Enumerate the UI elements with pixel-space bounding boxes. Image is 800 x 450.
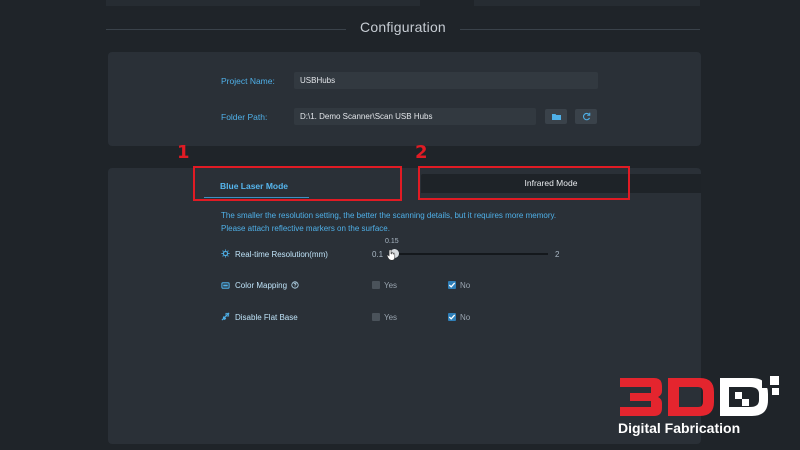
page-title: Configuration [360, 19, 446, 35]
top-panel-right [474, 0, 700, 6]
annotation-box-1 [193, 166, 402, 201]
header-divider-right [460, 29, 700, 30]
annotation-number-1: 1 [177, 142, 190, 163]
resolution-hint: The smaller the resolution setting, the … [221, 211, 557, 220]
color-mapping-icon [221, 282, 230, 289]
color-mapping-label: Color Mapping [235, 281, 288, 290]
color-mapping-no-checkbox[interactable] [448, 281, 456, 289]
logo-subtitle: Digital Fabrication [618, 420, 741, 436]
resolution-slider-track[interactable] [390, 253, 548, 255]
refresh-folder-button[interactable] [575, 109, 597, 124]
folder-path-input[interactable]: D:\1. Demo Scanner\Scan USB Hubs [294, 108, 536, 125]
flat-base-icon [221, 312, 230, 321]
resolution-min: 0.1 [372, 250, 384, 259]
browse-folder-button[interactable] [545, 109, 567, 124]
markers-hint: Please attach reflective markers on the … [221, 224, 390, 233]
resolution-current-value: 0.15 [385, 238, 399, 245]
resolution-max: 2 [555, 250, 560, 259]
hand-cursor-icon [386, 249, 396, 261]
resolution-icon [221, 249, 230, 258]
color-mapping-yes-checkbox[interactable] [372, 281, 380, 289]
annotation-box-2 [418, 166, 630, 200]
flat-base-no-checkbox[interactable] [448, 313, 456, 321]
folder-path-label: Folder Path: [221, 112, 268, 122]
help-icon[interactable] [291, 281, 299, 289]
color-mapping-no-label: No [460, 281, 471, 290]
flat-base-yes-checkbox[interactable] [372, 313, 380, 321]
check-icon [448, 282, 456, 288]
flat-base-label: Disable Flat Base [235, 313, 298, 322]
resolution-label: Real-time Resolution(mm) [235, 250, 328, 259]
project-name-label: Project Name: [221, 76, 275, 86]
project-name-input[interactable]: USBHubs [294, 72, 598, 89]
check-icon [448, 314, 456, 320]
project-panel [108, 52, 701, 146]
flat-base-yes-label: Yes [384, 313, 398, 322]
flat-base-no-label: No [460, 313, 471, 322]
annotation-number-2: 2 [415, 142, 428, 163]
color-mapping-yes-label: Yes [384, 281, 398, 290]
folder-icon [551, 114, 561, 120]
top-panel-left [106, 0, 420, 6]
configuration-header: Configuration [106, 18, 700, 40]
refresh-icon [582, 112, 590, 121]
